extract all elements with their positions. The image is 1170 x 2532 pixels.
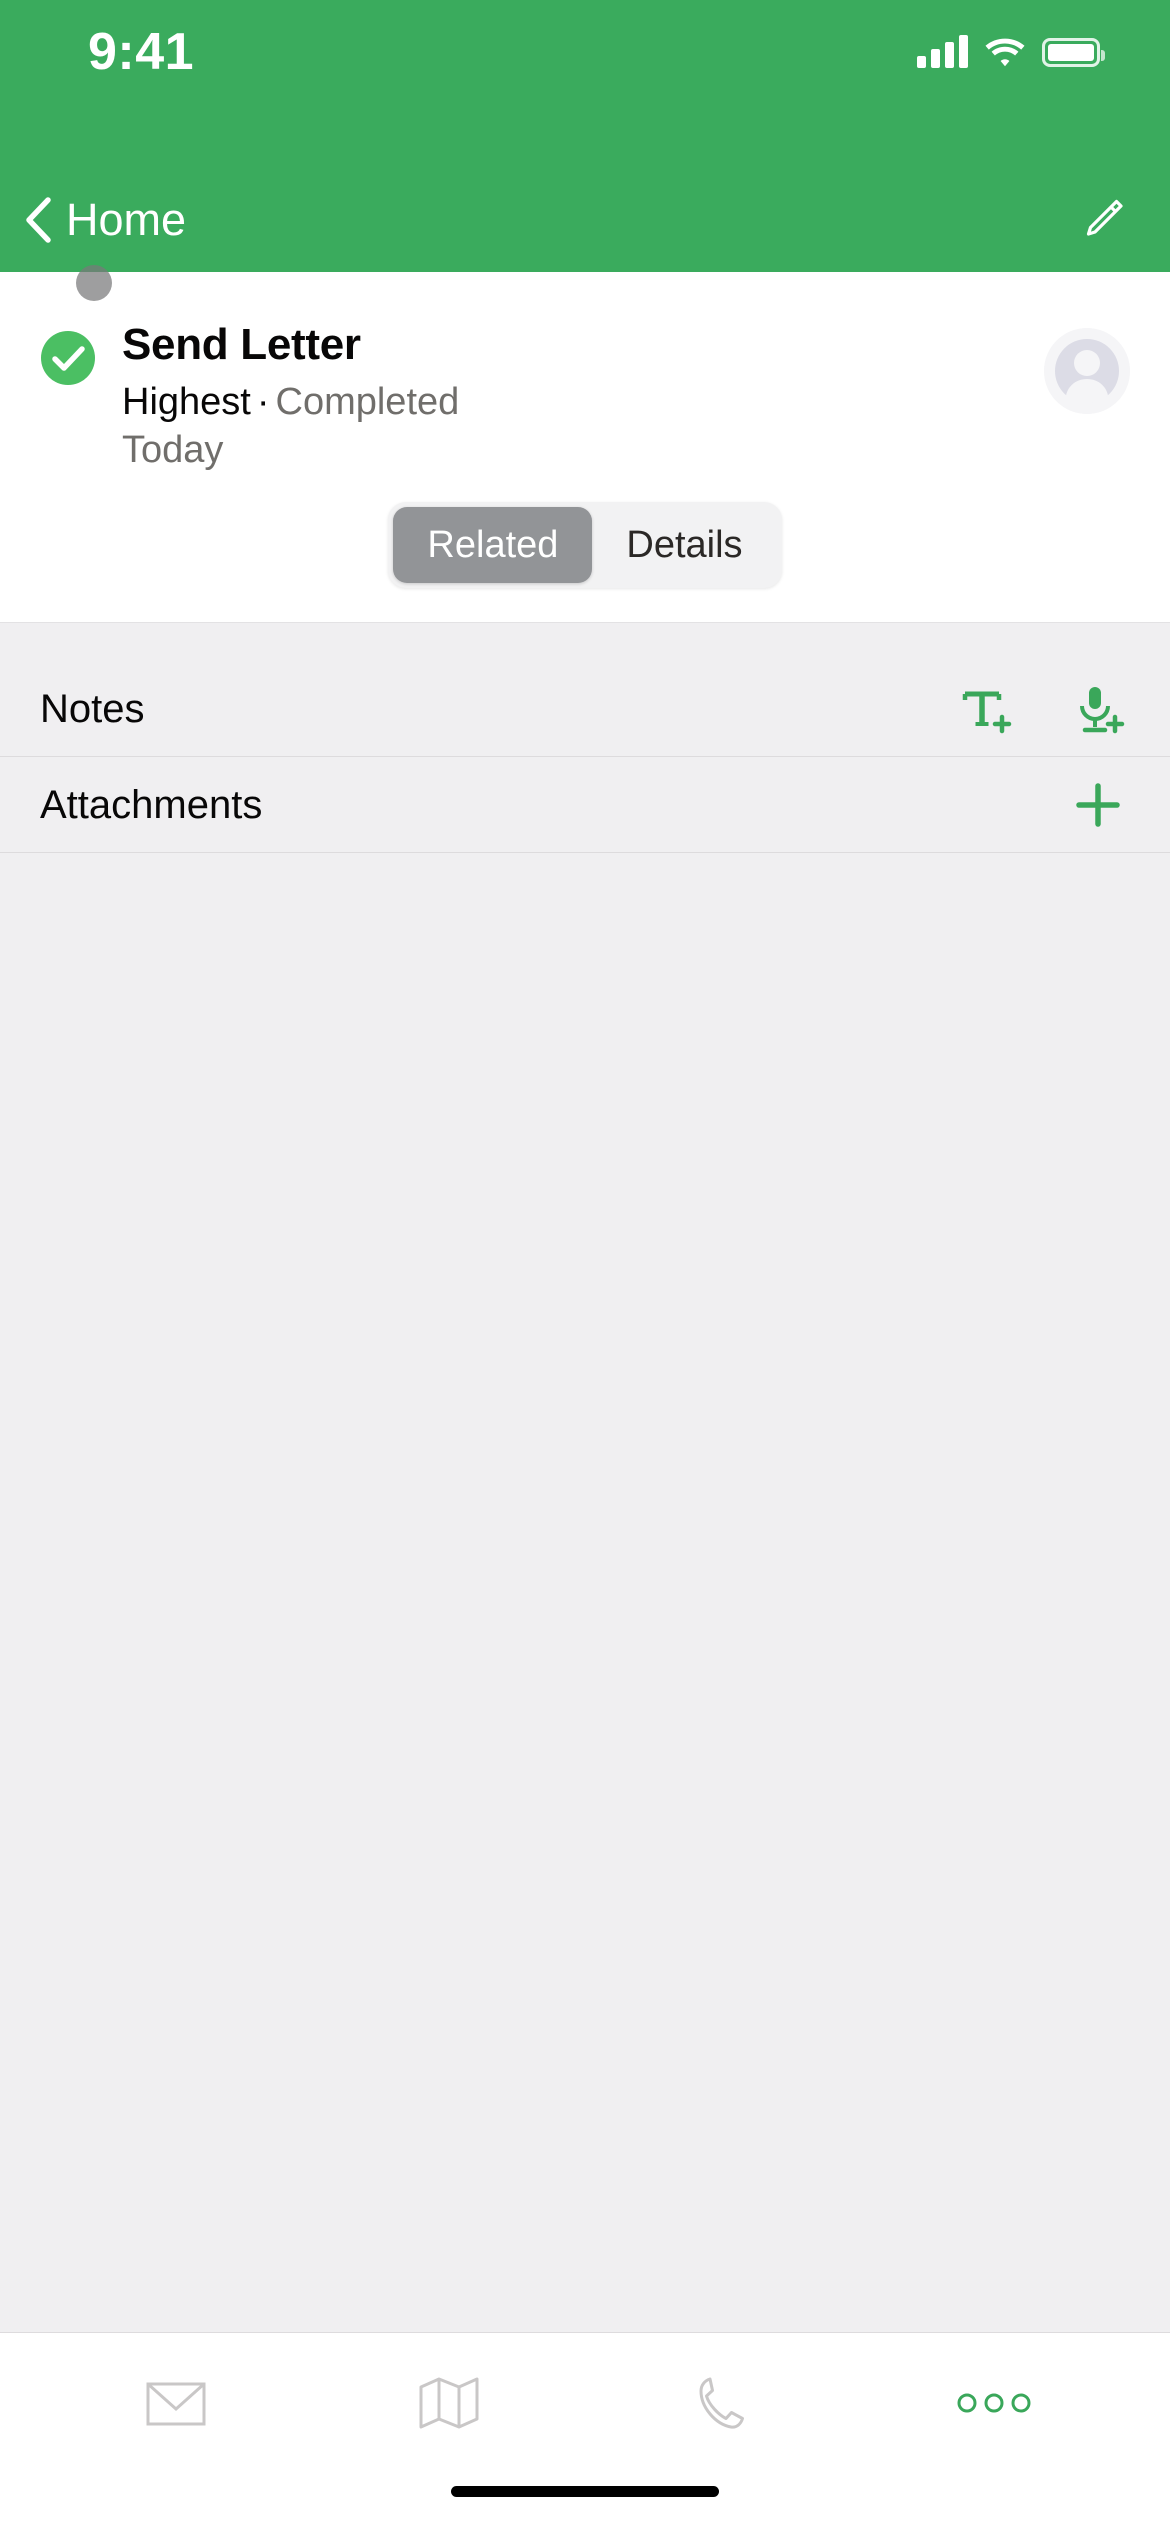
related-list-row-attachments[interactable]: Attachments [0,757,1170,853]
attachments-actions [1070,777,1126,833]
back-button-label: Home [66,194,187,245]
green-check-circle-icon[interactable] [40,330,96,386]
segmented-control: Related Details [388,502,782,588]
user-avatar-placeholder-icon[interactable] [1044,328,1130,414]
cellular-signal-icon [917,35,968,68]
tab-bar-item-mail[interactable] [40,2333,313,2472]
record-header-card: Send Letter Highest · Completed Today Rela… [0,272,1170,622]
add-text-note-icon[interactable] [958,681,1014,737]
wifi-icon [985,38,1025,67]
drag-handle-dot[interactable] [76,265,112,301]
home-indicator-bar[interactable] [451,2486,719,2497]
status-bar: 9:41 [0,0,1170,168]
phone-icon [699,2377,745,2429]
tab-bar-item-map[interactable] [313,2333,586,2472]
pencil-edit-icon[interactable] [1078,196,1126,244]
status-bar-time: 9:41 [88,23,195,81]
chevron-left-icon [26,197,51,243]
navigation-bar: Home [0,168,1170,301]
meta-separator: · [256,381,270,423]
tab-bar-item-phone[interactable] [585,2333,858,2472]
record-status: Completed [275,381,460,423]
record-title: Send Letter [122,320,361,369]
phone-screen: 9:41 Home Send Letter Highest · Complete… [0,0,1170,2532]
status-bar-indicators [917,30,1105,74]
tab-related[interactable]: Related [393,507,593,583]
tab-details[interactable]: Details [592,507,776,583]
battery-icon [1042,37,1105,67]
record-priority: Highest [122,381,251,423]
bottom-tab-bar [0,2332,1170,2472]
add-voice-note-icon[interactable] [1070,681,1126,737]
add-attachment-plus-icon[interactable] [1070,777,1126,833]
notes-label: Notes [40,686,145,731]
record-header-row: Send Letter Highest · Completed Today [40,316,1130,474]
record-text-block: Send Letter Highest · Completed Today [122,316,1018,474]
related-list-row-notes[interactable]: Notes [0,661,1170,757]
home-indicator-area [0,2472,1170,2532]
mail-envelope-icon [146,2382,206,2425]
related-lists-container: Notes Attachments [0,622,1170,2332]
record-meta: Highest · Completed [122,378,1018,426]
more-dots-icon [957,2393,1031,2412]
segmented-control-wrap: Related Details [40,474,1130,622]
back-button[interactable]: Home [22,195,186,245]
attachments-label: Attachments [40,782,263,827]
notes-actions [958,681,1126,737]
record-date: Today [122,429,224,471]
map-icon [419,2377,479,2428]
tab-bar-item-more[interactable] [858,2333,1131,2472]
